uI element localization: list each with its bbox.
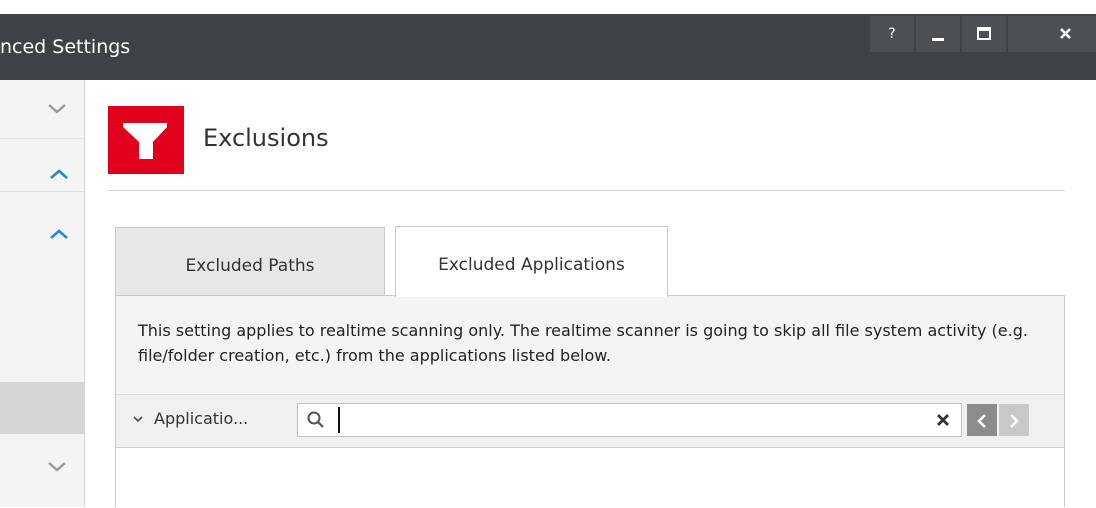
search-input[interactable] bbox=[338, 407, 924, 433]
minimize-icon bbox=[932, 38, 944, 41]
description-box: This setting applies to realtime scannin… bbox=[116, 296, 1064, 395]
list-toolbar: Applicatio... bbox=[116, 395, 1064, 448]
sidebar-item-1[interactable] bbox=[0, 80, 84, 138]
tab-label: Excluded Applications bbox=[438, 255, 625, 275]
column-selector-label: Applicatio... bbox=[154, 409, 249, 428]
chevron-right-icon bbox=[1010, 414, 1019, 428]
exclusions-header-icon bbox=[108, 106, 184, 174]
title-bar: nced Settings ? bbox=[0, 14, 1096, 80]
chevron-down-icon bbox=[133, 416, 143, 423]
help-icon: ? bbox=[888, 26, 896, 42]
tab-excluded-paths[interactable]: Excluded Paths bbox=[115, 227, 385, 296]
applications-list bbox=[116, 448, 1064, 508]
search-box[interactable] bbox=[297, 403, 962, 437]
chevron-up-icon bbox=[50, 169, 68, 179]
funnel-icon bbox=[123, 123, 167, 159]
chevron-up-icon bbox=[50, 229, 68, 239]
close-button[interactable] bbox=[1008, 16, 1096, 52]
page-title: Exclusions bbox=[203, 124, 329, 152]
close-icon bbox=[1060, 28, 1071, 39]
tab-excluded-applications[interactable]: Excluded Applications bbox=[395, 226, 668, 297]
chevron-left-icon bbox=[977, 414, 986, 428]
sidebar-item-selected[interactable] bbox=[0, 382, 84, 434]
clear-search-icon[interactable] bbox=[935, 412, 951, 428]
help-button[interactable]: ? bbox=[870, 16, 914, 52]
column-selector-dropdown[interactable]: Applicatio... bbox=[132, 409, 248, 428]
sidebar bbox=[0, 80, 85, 507]
sidebar-item-5[interactable] bbox=[0, 450, 84, 490]
minimize-button[interactable] bbox=[916, 16, 960, 52]
tab-label: Excluded Paths bbox=[185, 256, 315, 276]
sidebar-item-2[interactable] bbox=[0, 138, 84, 192]
chevron-down-icon bbox=[48, 462, 66, 472]
top-strip bbox=[0, 0, 1096, 14]
chevron-down-icon bbox=[48, 104, 66, 114]
maximize-icon bbox=[977, 27, 991, 40]
sidebar-item-3[interactable] bbox=[0, 220, 84, 250]
window-title: nced Settings bbox=[0, 36, 131, 58]
tab-panel: This setting applies to realtime scannin… bbox=[115, 295, 1065, 508]
maximize-button[interactable] bbox=[962, 16, 1006, 52]
search-icon bbox=[307, 411, 324, 428]
header-divider bbox=[108, 190, 1065, 191]
description-text: This setting applies to realtime scannin… bbox=[138, 321, 1028, 365]
previous-button[interactable] bbox=[967, 404, 997, 436]
next-button[interactable] bbox=[999, 404, 1029, 436]
